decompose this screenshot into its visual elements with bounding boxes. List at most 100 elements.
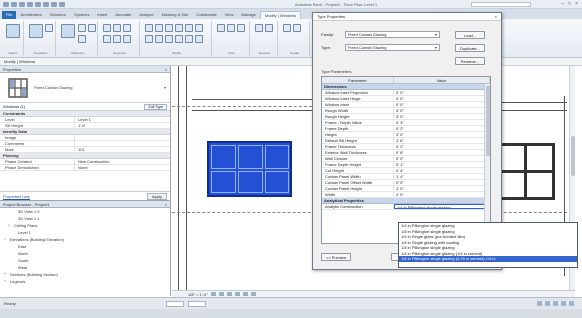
- cope-icon[interactable]: [103, 24, 111, 32]
- close-button[interactable]: ×: [575, 1, 578, 7]
- select-underlay-icon[interactable]: [545, 301, 550, 306]
- browser-tree-item[interactable]: – Ceiling Plans: [0, 222, 170, 229]
- property-value[interactable]: [75, 135, 170, 140]
- minimize-button[interactable]: –: [561, 1, 564, 7]
- ribbon-tab[interactable]: View: [221, 11, 238, 19]
- parameter-value[interactable]: 0' 3": [394, 120, 490, 125]
- ribbon-tab[interactable]: Systems: [70, 11, 93, 19]
- linework-icon[interactable]: [237, 24, 245, 32]
- ribbon-tab[interactable]: Annotate: [111, 11, 135, 19]
- scrollbar-thumb[interactable]: [571, 136, 575, 176]
- app-menu-icon[interactable]: [3, 1, 9, 7]
- pin-icon[interactable]: [185, 35, 193, 43]
- property-value[interactable]: 101: [75, 147, 170, 152]
- print-icon[interactable]: [43, 1, 49, 7]
- align-icon[interactable]: [145, 24, 153, 32]
- view-scale[interactable]: 1/8" = 1'-0": [188, 292, 208, 297]
- open-icon[interactable]: [11, 1, 17, 7]
- table-scrollbar[interactable]: [484, 84, 490, 243]
- ribbon-tab[interactable]: Manage: [237, 11, 259, 19]
- dropdown-option[interactable]: 1/4 in Pilkington single glazing (0.25 i…: [399, 256, 577, 262]
- drag-elements-icon[interactable]: [561, 301, 566, 306]
- ribbon-tab[interactable]: Insert: [93, 11, 111, 19]
- browser-tree-item[interactable]: North: [0, 250, 170, 257]
- edit-type-button[interactable]: Edit Type: [144, 103, 167, 110]
- column-header-value[interactable]: Value: [394, 77, 490, 83]
- split-face-icon[interactable]: [113, 35, 121, 43]
- parameter-value[interactable]: 3' 0": [394, 114, 490, 119]
- temporary-hide-icon[interactable]: [250, 292, 256, 296]
- tree-toggle-icon[interactable]: +: [4, 278, 8, 285]
- parameter-value[interactable]: 1' 0": [394, 186, 490, 191]
- measure-icon[interactable]: [51, 1, 57, 7]
- select-links-icon[interactable]: [537, 301, 542, 306]
- apply-button[interactable]: Apply: [146, 192, 167, 200]
- design-option-selector[interactable]: [187, 300, 206, 307]
- close-icon[interactable]: ×: [165, 66, 167, 72]
- duplicate-button[interactable]: Duplicate...: [455, 44, 485, 52]
- type-dropdown[interactable]: Fixed Curtain Glazing: [345, 44, 440, 51]
- instance-filter[interactable]: Windows (1) Edit Type: [0, 103, 170, 111]
- type-selector[interactable]: Fixed Curtain Glazing ▾: [0, 73, 170, 103]
- dialog-close-button[interactable]: ×: [495, 13, 497, 20]
- scrollbar-thumb[interactable]: [486, 86, 490, 156]
- ribbon-tab[interactable]: Massing & Site: [158, 11, 193, 19]
- property-value[interactable]: New Construction: [75, 159, 170, 164]
- create-assembly-icon[interactable]: [283, 24, 291, 32]
- close-icon[interactable]: ×: [165, 201, 167, 207]
- tree-toggle-icon[interactable]: +: [4, 271, 8, 278]
- tag-icon[interactable]: [59, 1, 65, 7]
- parameter-value[interactable]: 0' 1": [394, 162, 490, 167]
- crop-view-icon[interactable]: [242, 292, 248, 296]
- dimension-icon[interactable]: [265, 24, 273, 32]
- shadows-icon[interactable]: [234, 292, 240, 296]
- save-icon[interactable]: [19, 1, 25, 7]
- redo-icon[interactable]: [35, 1, 41, 7]
- array-icon[interactable]: [165, 35, 173, 43]
- parameter-value[interactable]: 4' 0": [394, 108, 490, 113]
- offset-icon[interactable]: [155, 24, 163, 32]
- rename-button[interactable]: Rename...: [455, 57, 485, 65]
- ribbon-tab[interactable]: Modify | Windows: [259, 11, 302, 19]
- trim-icon[interactable]: [145, 35, 153, 43]
- create-parts-icon[interactable]: [293, 24, 301, 32]
- delete-icon[interactable]: [195, 35, 203, 43]
- parameter-value[interactable]: 0' 0": [394, 102, 490, 107]
- preview-button[interactable]: << Preview: [321, 253, 351, 261]
- parameter-value[interactable]: 0' 4": [394, 168, 490, 173]
- browser-tree-item[interactable]: South: [0, 257, 170, 264]
- browser-tree-item[interactable]: 3D View 1 0: [0, 208, 170, 215]
- browser-tree-item[interactable]: + Legends: [0, 278, 170, 285]
- properties-icon[interactable]: [29, 24, 43, 38]
- join-icon[interactable]: [123, 24, 131, 32]
- ribbon-tab[interactable]: Collaborate: [192, 11, 220, 19]
- match-icon[interactable]: [78, 35, 86, 43]
- family-dropdown[interactable]: Fixed Curtain Glazing: [345, 31, 440, 38]
- cut-geometry-icon[interactable]: [113, 24, 121, 32]
- property-value[interactable]: None: [75, 165, 170, 170]
- parameter-value[interactable]: 0' 0": [394, 180, 490, 185]
- chevron-down-icon[interactable]: ▾: [164, 85, 166, 90]
- detail-level-icon[interactable]: [210, 292, 216, 296]
- parameter-value[interactable]: 1/4 in Pilkington single glazing: [394, 204, 490, 209]
- column-header-parameter[interactable]: Parameter: [322, 77, 394, 83]
- parameter-value[interactable]: 0' 2": [394, 144, 490, 149]
- tree-toggle-icon[interactable]: –: [8, 222, 12, 229]
- tree-toggle-icon[interactable]: –: [4, 236, 8, 243]
- selected-window[interactable]: [207, 141, 292, 197]
- ribbon-tab[interactable]: Structure: [46, 11, 70, 19]
- filter-icon[interactable]: [569, 301, 574, 306]
- select-pinned-icon[interactable]: [553, 301, 558, 306]
- ribbon-tab[interactable]: Analyze: [135, 11, 157, 19]
- parameter-value[interactable]: 0' 0": [394, 96, 490, 101]
- ribbon-tab[interactable]: Architecture: [16, 11, 45, 19]
- browser-tree-item[interactable]: 3D View 1 1: [0, 215, 170, 222]
- parameter-value[interactable]: 0' 2": [394, 126, 490, 131]
- parameter-value[interactable]: 3' 0": [394, 132, 490, 137]
- load-button[interactable]: Load...: [455, 31, 485, 39]
- copy-icon[interactable]: [88, 24, 96, 32]
- browser-tree-item[interactable]: + Sections (Building Section): [0, 271, 170, 278]
- parameter-value[interactable]: 4' 0": [394, 192, 490, 197]
- paint-icon[interactable]: [123, 35, 131, 43]
- maximize-button[interactable]: □: [568, 1, 571, 7]
